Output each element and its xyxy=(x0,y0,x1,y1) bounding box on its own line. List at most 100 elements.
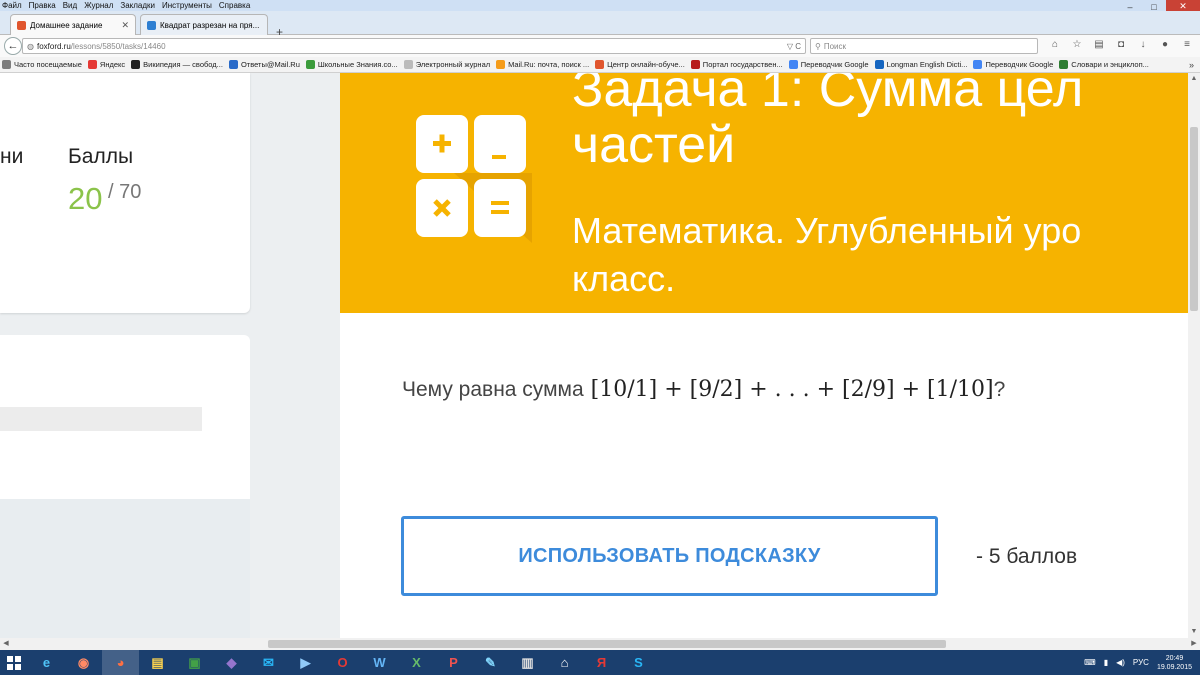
calculator-icon xyxy=(416,115,532,243)
address-bar[interactable]: ◍ foxford.ru/lessons/5850/tasks/14460 ▽ … xyxy=(22,38,806,54)
notes-icon[interactable]: ✎ xyxy=(472,650,509,675)
globe-icon: ◍ xyxy=(27,41,34,51)
bookmark-favicon-icon xyxy=(874,60,884,69)
clock-time: 20:49 xyxy=(1165,654,1184,662)
question-formula: [10/1] + [9/2] + . . . + [2/9] + [1/10] xyxy=(583,377,994,402)
bookmark-favicon-icon xyxy=(228,60,238,69)
taskbar-apps: e ◉ ◕ ▤ ▣ ◆ ✉ ▶ O W X P ✎ ▥ ⌂ Я S xyxy=(28,650,657,675)
search-input[interactable]: ⚲ Поиск xyxy=(810,38,1038,54)
keyboard-icon[interactable]: ⌨ xyxy=(1084,658,1096,667)
tab-square-problem[interactable]: Квадрат разрезан на пря... xyxy=(140,14,268,35)
tab-homework[interactable]: Домашнее задание ✕ xyxy=(10,14,136,35)
bookmark-item[interactable]: Переводчик Google xyxy=(973,60,1053,69)
ie-icon[interactable]: e xyxy=(28,650,65,675)
bookmark-favicon-icon xyxy=(973,60,983,69)
system-tray: ⌨ ▮ ◀) РУС 20:49 19.09.2015 xyxy=(1084,650,1200,675)
network-icon[interactable]: ▮ xyxy=(1104,658,1108,667)
menu-edit[interactable]: Правка xyxy=(29,0,56,11)
start-button[interactable] xyxy=(0,650,28,675)
media-player-icon[interactable]: ▶ xyxy=(287,650,324,675)
page-content: ни Баллы 20 / 70 Задача 1: Сумма цел час… xyxy=(0,73,1188,638)
menu-icon[interactable]: ≡ xyxy=(1176,39,1198,50)
scroll-up-icon[interactable]: ▲ xyxy=(1188,73,1200,85)
bookmark-label: Переводчик Google xyxy=(985,60,1054,69)
bookmark-item[interactable]: Часто посещаемые xyxy=(2,60,82,69)
clock[interactable]: 20:49 19.09.2015 xyxy=(1157,654,1192,672)
bookmark-item[interactable]: Электронный журнал xyxy=(403,60,491,69)
menu-help[interactable]: Справка xyxy=(219,0,250,11)
back-button[interactable]: ← xyxy=(4,37,22,55)
scroll-down-icon[interactable]: ▼ xyxy=(1188,626,1200,638)
vertical-scroll-thumb[interactable] xyxy=(1190,127,1198,311)
vertical-scrollbar[interactable]: ▲ ▼ xyxy=(1188,73,1200,638)
browser-icon[interactable]: ◉ xyxy=(65,650,102,675)
side-panel xyxy=(0,335,250,638)
task-title: Задача 1: Сумма цел частей xyxy=(572,73,1083,173)
bookmark-item[interactable]: Яндекс xyxy=(87,60,125,69)
language-indicator[interactable]: РУС xyxy=(1133,658,1149,667)
bookmark-label: Mail.Ru: почта, поиск ... xyxy=(508,60,590,69)
task-subtitle-line: Математика. Углубленный уро xyxy=(572,210,1082,251)
task-card: Задача 1: Сумма цел частей Математика. У… xyxy=(340,73,1188,638)
bookmark-item[interactable]: Школьные Знания.co... xyxy=(305,60,398,69)
visual-studio-icon[interactable]: ◆ xyxy=(213,650,250,675)
scroll-left-icon[interactable]: ◀ xyxy=(0,638,12,650)
bookmark-label: Электронный журнал xyxy=(415,60,491,69)
reload-icon[interactable]: ▽ C xyxy=(787,42,801,51)
bookmarks-list-icon[interactable]: ▤ xyxy=(1088,39,1110,50)
more-bookmarks-icon[interactable]: » xyxy=(1189,60,1194,70)
volume-icon[interactable]: ◀) xyxy=(1116,658,1125,667)
bookmark-favicon-icon xyxy=(131,60,141,69)
bookmark-item[interactable]: Переводчик Google xyxy=(788,60,869,69)
file-explorer-icon[interactable]: ▤ xyxy=(139,650,176,675)
opera-icon[interactable]: O xyxy=(324,650,361,675)
menu-bookmarks[interactable]: Закладки xyxy=(120,0,155,11)
site-favicon-icon xyxy=(147,20,156,30)
bookmark-favicon-icon xyxy=(87,60,97,69)
bookmark-favicon-icon xyxy=(305,60,315,69)
home-icon[interactable]: ⌂ xyxy=(1044,39,1066,50)
bookmark-item[interactable]: Словари и энциклоп... xyxy=(1059,60,1149,69)
skype-icon[interactable]: S xyxy=(620,650,657,675)
chat-icon[interactable]: ● xyxy=(1154,39,1176,50)
yandex-icon[interactable]: Я xyxy=(583,650,620,675)
task-subtitle: Математика. Углубленный уро класс. xyxy=(572,207,1081,303)
bookmark-item[interactable]: Портал государствен... xyxy=(690,60,783,69)
bookmark-label: Школьные Знания.co... xyxy=(317,60,398,69)
score-label: Баллы xyxy=(68,145,134,168)
pocket-icon[interactable]: ◘ xyxy=(1110,39,1132,50)
close-tab-icon[interactable]: ✕ xyxy=(121,20,129,31)
firefox-icon[interactable]: ◕ xyxy=(102,650,139,675)
bookmark-item[interactable]: Ответы@Mail.Ru xyxy=(228,60,300,69)
powerpoint-icon[interactable]: P xyxy=(435,650,472,675)
menu-view[interactable]: Вид xyxy=(63,0,77,11)
horizontal-scrollbar[interactable]: ◀ ▶ xyxy=(0,638,1200,650)
side-placeholder-bar xyxy=(0,407,202,431)
horizontal-scroll-thumb[interactable] xyxy=(268,640,946,648)
bookmark-item[interactable]: Википедия — свобод... xyxy=(131,60,223,69)
menu-file[interactable]: Файл xyxy=(2,0,22,11)
home-icon[interactable]: ⌂ xyxy=(546,650,583,675)
bookmark-label: Википедия — свобод... xyxy=(143,60,223,69)
scroll-right-icon[interactable]: ▶ xyxy=(1188,638,1200,650)
mail-icon[interactable]: ✉ xyxy=(250,650,287,675)
bookmark-item[interactable]: Mail.Ru: почта, поиск ... xyxy=(496,60,589,69)
excel-icon[interactable]: X xyxy=(398,650,435,675)
navigation-bar: ← ◍ foxford.ru/lessons/5850/tasks/14460 … xyxy=(0,35,1200,57)
bookmark-item[interactable]: Longman English Dicti... xyxy=(874,60,967,69)
tab-title: Домашнее задание xyxy=(30,20,103,30)
download-icon[interactable]: ↓ xyxy=(1132,39,1154,50)
url-host: foxford.ru xyxy=(36,41,71,51)
menu-tools[interactable]: Инструменты xyxy=(162,0,212,11)
bookmark-star-icon[interactable]: ☆ xyxy=(1066,39,1088,50)
menu-history[interactable]: Журнал xyxy=(84,0,113,11)
menu-bar: Файл Правка Вид Журнал Закладки Инструме… xyxy=(0,0,1200,11)
task-header: Задача 1: Сумма цел частей Математика. У… xyxy=(340,73,1188,313)
store-icon[interactable]: ▣ xyxy=(176,650,213,675)
toolbar-icons: ⌂ ☆ ▤ ◘ ↓ ● ≡ xyxy=(1044,39,1198,50)
document-icon[interactable]: ▥ xyxy=(509,650,546,675)
word-icon[interactable]: W xyxy=(361,650,398,675)
use-hint-button[interactable]: ИСПОЛЬЗОВАТЬ ПОДСКАЗКУ xyxy=(401,516,938,596)
tab-title: Квадрат разрезан на пря... xyxy=(160,20,260,30)
bookmark-item[interactable]: Центр онлайн-обуче... xyxy=(595,60,685,69)
